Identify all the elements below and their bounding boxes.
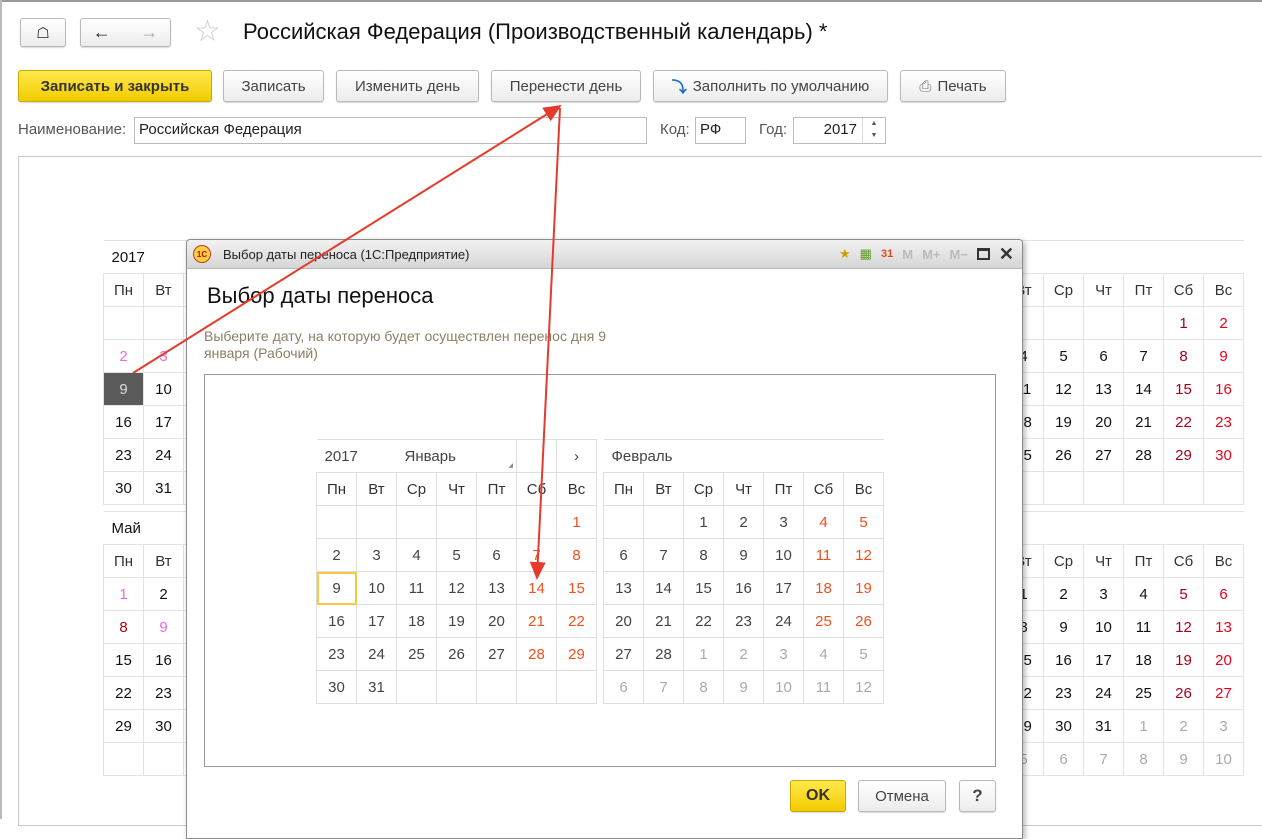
arrow-to-target-date [529, 107, 561, 580]
arrow-to-move-day [132, 104, 562, 374]
annotation-arrows [132, 104, 562, 580]
